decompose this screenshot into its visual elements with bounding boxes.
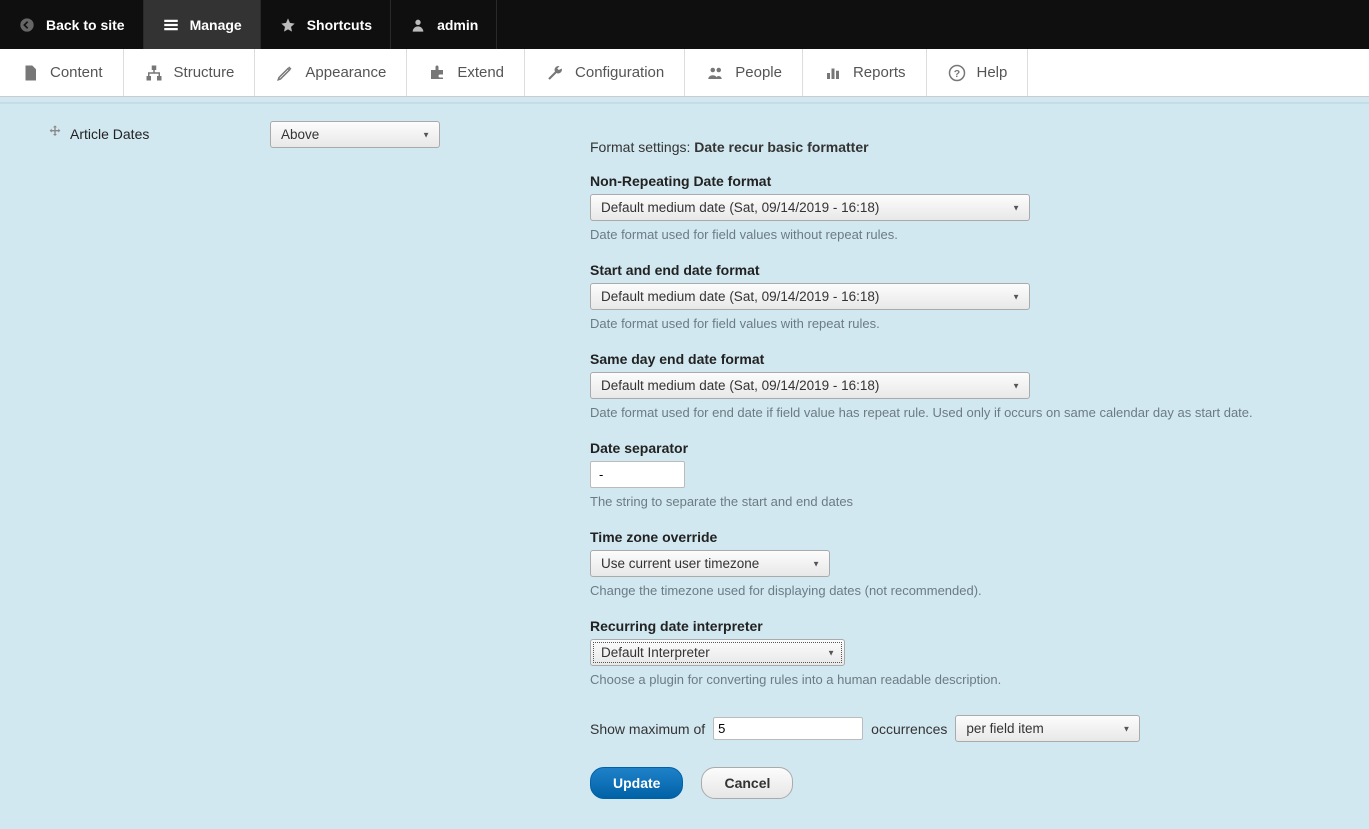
svg-text:?: ? <box>953 67 959 79</box>
field-display-region: Article Dates Above Format settings: Dat… <box>0 97 1369 829</box>
separator-item: Date separator The string to separate th… <box>590 440 1339 509</box>
toolbar-top: Back to site Manage Shortcuts admin <box>0 0 1369 49</box>
per-select[interactable]: per field item <box>955 715 1140 742</box>
extend-icon <box>427 63 447 83</box>
non-repeating-select[interactable]: Default medium date (Sat, 09/14/2019 - 1… <box>590 194 1030 221</box>
show-max-prefix: Show maximum of <box>590 721 705 737</box>
interpreter-desc: Choose a plugin for converting rules int… <box>590 672 1339 687</box>
format-settings-heading: Format settings: Date recur basic format… <box>590 139 1339 155</box>
non-repeating-format-item: Non-Repeating Date format Default medium… <box>590 173 1339 242</box>
hamburger-icon <box>162 16 180 34</box>
drag-handle-icon[interactable] <box>40 114 70 143</box>
admin-help-label: Help <box>977 64 1008 81</box>
admin-extend-label: Extend <box>457 64 504 81</box>
label-position-select[interactable]: Above <box>270 121 440 148</box>
interpreter-label: Recurring date interpreter <box>590 618 1339 634</box>
format-settings-name: Date recur basic formatter <box>694 139 868 155</box>
structure-icon <box>144 63 164 83</box>
show-max-input[interactable] <box>713 717 863 740</box>
admin-structure[interactable]: Structure <box>124 49 256 96</box>
timezone-item: Time zone override Use current user time… <box>590 529 1339 598</box>
same-day-label: Same day end date format <box>590 351 1339 367</box>
admin-people[interactable]: People <box>685 49 803 96</box>
start-end-select[interactable]: Default medium date (Sat, 09/14/2019 - 1… <box>590 283 1030 310</box>
back-label: Back to site <box>46 17 125 33</box>
label-position-select-wrap: Above <box>270 121 440 148</box>
timezone-select[interactable]: Use current user timezone <box>590 550 830 577</box>
admin-help[interactable]: ? Help <box>927 49 1029 96</box>
same-day-format-item: Same day end date format Default medium … <box>590 351 1339 420</box>
help-icon: ? <box>947 63 967 83</box>
show-max-row: Show maximum of occurrences per field it… <box>590 715 1339 742</box>
manage-label: Manage <box>190 17 242 33</box>
field-name-label: Article Dates <box>70 114 270 142</box>
admin-configuration[interactable]: Configuration <box>525 49 685 96</box>
timezone-desc: Change the timezone used for displaying … <box>590 583 1339 598</box>
non-repeating-desc: Date format used for field values withou… <box>590 227 1339 242</box>
show-max-mid: occurrences <box>871 721 947 737</box>
user-icon <box>409 16 427 34</box>
formatter-settings: Format settings: Date recur basic format… <box>590 114 1369 799</box>
wrench-icon <box>545 63 565 83</box>
form-actions: Update Cancel <box>590 767 1339 799</box>
field-row: Article Dates Above Format settings: Dat… <box>0 103 1369 829</box>
people-icon <box>705 63 725 83</box>
timezone-label: Time zone override <box>590 529 1339 545</box>
back-icon <box>18 16 36 34</box>
manage-toggle[interactable]: Manage <box>144 0 261 49</box>
content-icon <box>20 63 40 83</box>
shortcuts-link[interactable]: Shortcuts <box>261 0 391 49</box>
admin-configuration-label: Configuration <box>575 64 664 81</box>
admin-content-label: Content <box>50 64 103 81</box>
non-repeating-label: Non-Repeating Date format <box>590 173 1339 189</box>
interpreter-item: Recurring date interpreter Default Inter… <box>590 618 1339 687</box>
same-day-select[interactable]: Default medium date (Sat, 09/14/2019 - 1… <box>590 372 1030 399</box>
separator-label: Date separator <box>590 440 1339 456</box>
cancel-button[interactable]: Cancel <box>701 767 793 799</box>
star-icon <box>279 16 297 34</box>
admin-structure-label: Structure <box>174 64 235 81</box>
same-day-desc: Date format used for end date if field v… <box>590 405 1339 420</box>
admin-content[interactable]: Content <box>0 49 124 96</box>
start-end-format-item: Start and end date format Default medium… <box>590 262 1339 331</box>
separator-input[interactable] <box>590 461 685 488</box>
update-button[interactable]: Update <box>590 767 683 799</box>
start-end-label: Start and end date format <box>590 262 1339 278</box>
admin-extend[interactable]: Extend <box>407 49 525 96</box>
appearance-icon <box>275 63 295 83</box>
shortcuts-label: Shortcuts <box>307 17 372 33</box>
back-to-site-link[interactable]: Back to site <box>0 0 144 49</box>
interpreter-select[interactable]: Default Interpreter <box>590 639 845 666</box>
admin-appearance-label: Appearance <box>305 64 386 81</box>
format-settings-prefix: Format settings: <box>590 139 694 155</box>
reports-icon <box>823 63 843 83</box>
user-link[interactable]: admin <box>391 0 497 49</box>
admin-reports[interactable]: Reports <box>803 49 927 96</box>
admin-menu: Content Structure Appearance Extend Conf… <box>0 49 1369 97</box>
admin-reports-label: Reports <box>853 64 906 81</box>
separator-desc: The string to separate the start and end… <box>590 494 1339 509</box>
admin-appearance[interactable]: Appearance <box>255 49 407 96</box>
start-end-desc: Date format used for field values with r… <box>590 316 1339 331</box>
admin-people-label: People <box>735 64 782 81</box>
user-label: admin <box>437 17 478 33</box>
